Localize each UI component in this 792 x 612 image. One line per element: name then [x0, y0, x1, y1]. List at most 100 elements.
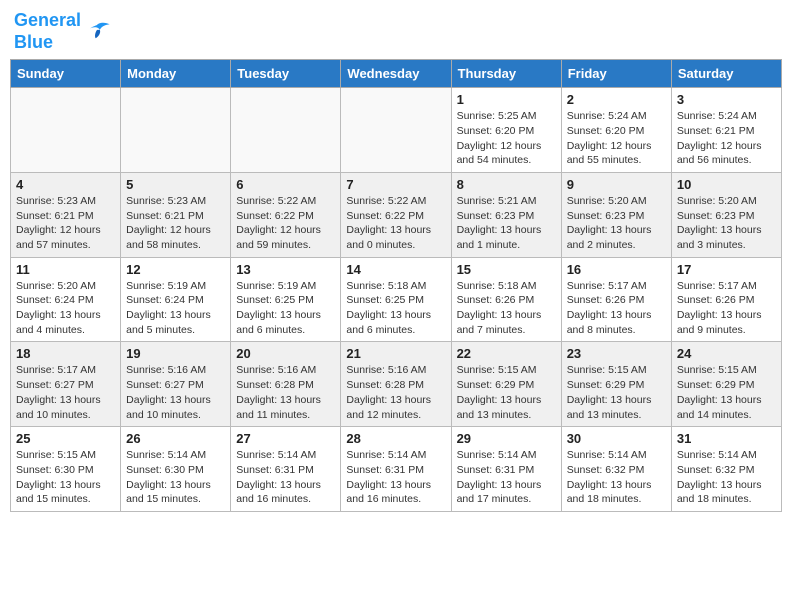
day-info: Sunrise: 5:19 AM Sunset: 6:24 PM Dayligh… [126, 279, 225, 338]
day-info: Sunrise: 5:23 AM Sunset: 6:21 PM Dayligh… [16, 194, 115, 253]
calendar-cell: 26 Sunrise: 5:14 AM Sunset: 6:30 PM Dayli… [121, 427, 231, 512]
calendar-cell: 5Sunrise: 5:23 AM Sunset: 6:21 PM Daylig… [121, 172, 231, 257]
day-info: Sunrise: 5:14 AM Sunset: 6:30 PM Dayligh… [126, 448, 225, 507]
day-number: 14 [346, 262, 445, 277]
col-header-thursday: Thursday [451, 60, 561, 88]
day-info: Sunrise: 5:16 AM Sunset: 6:28 PM Dayligh… [346, 363, 445, 422]
calendar-cell: 16 Sunrise: 5:17 AM Sunset: 6:26 PM Dayli… [561, 257, 671, 342]
day-number: 29 [457, 431, 556, 446]
col-header-wednesday: Wednesday [341, 60, 451, 88]
day-number: 15 [457, 262, 556, 277]
day-number: 24 [677, 346, 776, 361]
day-info: Sunrise: 5:20 AM Sunset: 6:24 PM Dayligh… [16, 279, 115, 338]
calendar-week-4: 18 Sunrise: 5:17 AM Sunset: 6:27 PM Dayli… [11, 342, 782, 427]
calendar-cell: 14 Sunrise: 5:18 AM Sunset: 6:25 PM Dayli… [341, 257, 451, 342]
col-header-saturday: Saturday [671, 60, 781, 88]
day-number: 6 [236, 177, 335, 192]
day-info: Sunrise: 5:14 AM Sunset: 6:32 PM Dayligh… [567, 448, 666, 507]
day-number: 16 [567, 262, 666, 277]
day-number: 3 [677, 92, 776, 107]
calendar-week-1: 1 Sunrise: 5:25 AM Sunset: 6:20 PM Daylig… [11, 88, 782, 173]
calendar-cell: 22 Sunrise: 5:15 AM Sunset: 6:29 PM Dayli… [451, 342, 561, 427]
day-info: Sunrise: 5:16 AM Sunset: 6:28 PM Dayligh… [236, 363, 335, 422]
calendar-cell: 27 Sunrise: 5:14 AM Sunset: 6:31 PM Dayli… [231, 427, 341, 512]
logo-general: General [14, 10, 81, 30]
day-info: Sunrise: 5:24 AM Sunset: 6:20 PM Dayligh… [567, 109, 666, 168]
day-info: Sunrise: 5:17 AM Sunset: 6:26 PM Dayligh… [677, 279, 776, 338]
day-info: Sunrise: 5:15 AM Sunset: 6:29 PM Dayligh… [677, 363, 776, 422]
col-header-monday: Monday [121, 60, 231, 88]
calendar-cell: 31Sunrise: 5:14 AM Sunset: 6:32 PM Dayli… [671, 427, 781, 512]
logo-bird-icon [83, 18, 111, 46]
calendar-cell: 29 Sunrise: 5:14 AM Sunset: 6:31 PM Dayli… [451, 427, 561, 512]
day-number: 8 [457, 177, 556, 192]
calendar-cell: 8 Sunrise: 5:21 AM Sunset: 6:23 PM Daylig… [451, 172, 561, 257]
day-number: 9 [567, 177, 666, 192]
calendar-week-2: 4 Sunrise: 5:23 AM Sunset: 6:21 PM Daylig… [11, 172, 782, 257]
day-number: 10 [677, 177, 776, 192]
calendar-cell: 11Sunrise: 5:20 AM Sunset: 6:24 PM Dayli… [11, 257, 121, 342]
day-number: 23 [567, 346, 666, 361]
day-info: Sunrise: 5:15 AM Sunset: 6:29 PM Dayligh… [457, 363, 556, 422]
day-info: Sunrise: 5:14 AM Sunset: 6:31 PM Dayligh… [346, 448, 445, 507]
day-info: Sunrise: 5:17 AM Sunset: 6:27 PM Dayligh… [16, 363, 115, 422]
day-number: 19 [126, 346, 225, 361]
col-header-friday: Friday [561, 60, 671, 88]
day-info: Sunrise: 5:17 AM Sunset: 6:26 PM Dayligh… [567, 279, 666, 338]
calendar-cell: 17 Sunrise: 5:17 AM Sunset: 6:26 PM Dayli… [671, 257, 781, 342]
calendar-cell: 1 Sunrise: 5:25 AM Sunset: 6:20 PM Daylig… [451, 88, 561, 173]
calendar-cell: 24 Sunrise: 5:15 AM Sunset: 6:29 PM Dayli… [671, 342, 781, 427]
day-number: 18 [16, 346, 115, 361]
calendar-cell: 18 Sunrise: 5:17 AM Sunset: 6:27 PM Dayli… [11, 342, 121, 427]
day-info: Sunrise: 5:14 AM Sunset: 6:31 PM Dayligh… [236, 448, 335, 507]
day-number: 30 [567, 431, 666, 446]
calendar-cell: 28 Sunrise: 5:14 AM Sunset: 6:31 PM Dayli… [341, 427, 451, 512]
day-number: 17 [677, 262, 776, 277]
calendar-table: SundayMondayTuesdayWednesdayThursdayFrid… [10, 59, 782, 512]
day-info: Sunrise: 5:24 AM Sunset: 6:21 PM Dayligh… [677, 109, 776, 168]
day-number: 25 [16, 431, 115, 446]
calendar-cell: 7 Sunrise: 5:22 AM Sunset: 6:22 PM Daylig… [341, 172, 451, 257]
calendar-cell: 12 Sunrise: 5:19 AM Sunset: 6:24 PM Dayli… [121, 257, 231, 342]
day-number: 20 [236, 346, 335, 361]
calendar-cell [11, 88, 121, 173]
calendar-cell: 25 Sunrise: 5:15 AM Sunset: 6:30 PM Dayli… [11, 427, 121, 512]
day-number: 28 [346, 431, 445, 446]
day-info: Sunrise: 5:15 AM Sunset: 6:30 PM Dayligh… [16, 448, 115, 507]
day-number: 1 [457, 92, 556, 107]
day-info: Sunrise: 5:22 AM Sunset: 6:22 PM Dayligh… [346, 194, 445, 253]
logo-blue: Blue [14, 32, 53, 52]
day-number: 2 [567, 92, 666, 107]
day-number: 4 [16, 177, 115, 192]
day-number: 5 [126, 177, 225, 192]
calendar-cell: 13Sunrise: 5:19 AM Sunset: 6:25 PM Dayli… [231, 257, 341, 342]
calendar-cell: 30 Sunrise: 5:14 AM Sunset: 6:32 PM Dayli… [561, 427, 671, 512]
calendar-cell [231, 88, 341, 173]
calendar-cell: 4 Sunrise: 5:23 AM Sunset: 6:21 PM Daylig… [11, 172, 121, 257]
day-info: Sunrise: 5:14 AM Sunset: 6:31 PM Dayligh… [457, 448, 556, 507]
day-number: 21 [346, 346, 445, 361]
calendar-cell: 20 Sunrise: 5:16 AM Sunset: 6:28 PM Dayli… [231, 342, 341, 427]
day-info: Sunrise: 5:20 AM Sunset: 6:23 PM Dayligh… [567, 194, 666, 253]
day-number: 12 [126, 262, 225, 277]
day-number: 26 [126, 431, 225, 446]
page-header: General Blue [10, 10, 782, 53]
day-info: Sunrise: 5:14 AM Sunset: 6:32 PM Dayligh… [677, 448, 776, 507]
logo: General Blue [14, 10, 111, 53]
col-header-tuesday: Tuesday [231, 60, 341, 88]
calendar-cell: 9 Sunrise: 5:20 AM Sunset: 6:23 PM Daylig… [561, 172, 671, 257]
day-number: 27 [236, 431, 335, 446]
calendar-cell: 6Sunrise: 5:22 AM Sunset: 6:22 PM Daylig… [231, 172, 341, 257]
day-info: Sunrise: 5:15 AM Sunset: 6:29 PM Dayligh… [567, 363, 666, 422]
calendar-cell: 10 Sunrise: 5:20 AM Sunset: 6:23 PM Dayli… [671, 172, 781, 257]
day-number: 22 [457, 346, 556, 361]
day-info: Sunrise: 5:25 AM Sunset: 6:20 PM Dayligh… [457, 109, 556, 168]
day-info: Sunrise: 5:18 AM Sunset: 6:25 PM Dayligh… [346, 279, 445, 338]
calendar-cell: 2 Sunrise: 5:24 AM Sunset: 6:20 PM Daylig… [561, 88, 671, 173]
day-number: 7 [346, 177, 445, 192]
calendar-cell: 3 Sunrise: 5:24 AM Sunset: 6:21 PM Daylig… [671, 88, 781, 173]
calendar-cell: 15Sunrise: 5:18 AM Sunset: 6:26 PM Dayli… [451, 257, 561, 342]
day-info: Sunrise: 5:21 AM Sunset: 6:23 PM Dayligh… [457, 194, 556, 253]
calendar-cell: 19Sunrise: 5:16 AM Sunset: 6:27 PM Dayli… [121, 342, 231, 427]
day-info: Sunrise: 5:20 AM Sunset: 6:23 PM Dayligh… [677, 194, 776, 253]
